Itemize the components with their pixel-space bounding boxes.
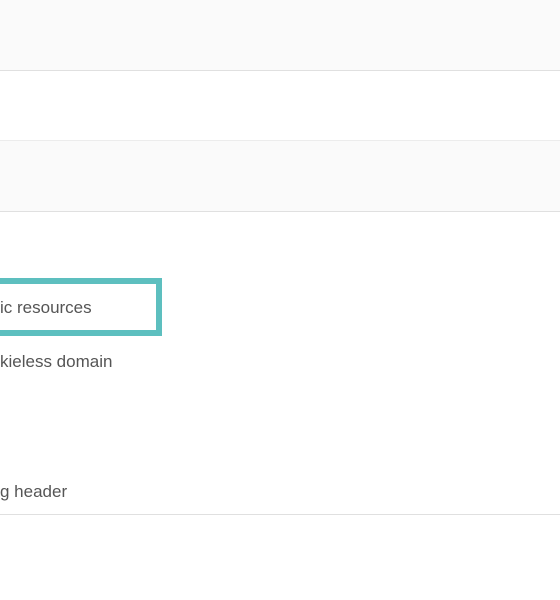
list-item-resources[interactable]: ic resources [0,298,92,318]
list-item-cookieless-domain[interactable]: kieless domain [0,352,112,372]
list-item-header[interactable]: g header [0,482,67,502]
divider [0,514,560,515]
list-row-1 [0,0,560,71]
list-row-2 [0,71,560,141]
list-row-3 [0,141,560,212]
